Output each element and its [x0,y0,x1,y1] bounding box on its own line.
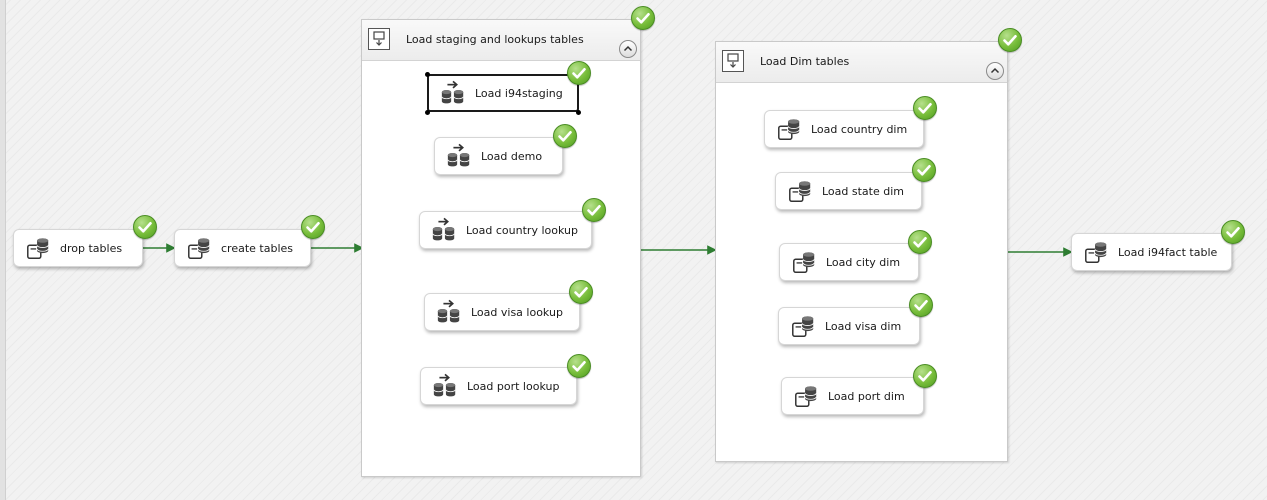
task-load-city-dim[interactable]: Load city dim [779,243,919,281]
success-check-icon [567,61,591,85]
success-check-icon [998,28,1022,52]
success-check-icon [553,124,577,148]
task-label: Load demo [481,149,543,163]
data-flow-task-icon [430,216,458,244]
task-label: Load port lookup [467,379,560,393]
execute-sql-task-icon [786,177,814,205]
container-title: Load staging and lookups tables [406,33,584,46]
execute-sql-task-icon [775,115,803,143]
control-flow-canvas[interactable]: drop tables create tables Load staging a… [0,0,1267,500]
success-check-icon [912,158,936,182]
task-load-port-dim[interactable]: Load port dim [781,377,924,415]
task-label: Load city dim [826,255,901,269]
success-check-icon [133,215,157,239]
selection-handle[interactable] [425,72,430,77]
task-load-i94staging[interactable]: Load i94staging [427,74,579,112]
task-label: Load country dim [811,122,908,136]
task-drop-tables[interactable]: drop tables [13,229,143,267]
success-check-icon [1221,220,1245,244]
data-flow-task-icon [439,79,467,107]
success-check-icon [301,215,325,239]
constraint-staging-dims[interactable] [641,245,717,255]
sequence-container-icon [368,28,390,50]
collapse-chevron-icon[interactable] [619,40,637,58]
task-label: Load country lookup [466,223,578,237]
data-flow-task-icon [431,372,459,400]
sequence-container-icon [722,50,744,72]
task-load-country-lookup[interactable]: Load country lookup [419,211,592,249]
execute-sql-task-icon [1082,238,1110,266]
task-label: Load visa lookup [471,305,563,319]
task-load-country-dim[interactable]: Load country dim [764,110,924,148]
task-load-visa-lookup[interactable]: Load visa lookup [424,293,580,331]
success-check-icon [567,354,591,378]
selection-handle[interactable] [425,110,430,115]
task-load-state-dim[interactable]: Load state dim [775,172,922,210]
execute-sql-task-icon [24,234,52,262]
constraint-drop-create[interactable] [143,243,176,253]
collapse-chevron-icon[interactable] [986,62,1004,80]
success-check-icon [908,230,932,254]
task-load-demo[interactable]: Load demo [434,137,563,175]
success-check-icon [913,96,937,120]
success-check-icon [909,293,933,317]
execute-sql-task-icon [790,248,818,276]
execute-sql-task-icon [792,382,820,410]
data-flow-task-icon [435,298,463,326]
task-label: Load state dim [822,184,905,198]
container-header[interactable]: Load staging and lookups tables [362,20,640,61]
success-check-icon [569,280,593,304]
success-check-icon [631,6,655,30]
task-label: Load i94fact table [1118,245,1218,259]
task-load-port-lookup[interactable]: Load port lookup [420,367,577,405]
task-label: Load port dim [828,389,905,403]
canvas-left-edge [0,0,6,500]
constraint-create-staging[interactable] [311,243,364,253]
task-load-i94fact-table[interactable]: Load i94fact table [1071,233,1232,271]
task-label: create tables [221,241,294,255]
task-load-visa-dim[interactable]: Load visa dim [778,307,920,345]
task-label: drop tables [60,241,123,255]
container-header[interactable]: Load Dim tables [716,42,1007,83]
selection-handle[interactable] [576,110,581,115]
success-check-icon [582,198,606,222]
task-create-tables[interactable]: create tables [174,229,311,267]
execute-sql-task-icon [789,312,817,340]
task-label: Load visa dim [825,319,902,333]
execute-sql-task-icon [185,234,213,262]
container-title: Load Dim tables [760,55,850,68]
data-flow-task-icon [445,142,473,170]
success-check-icon [913,364,937,388]
constraint-dims-fact[interactable] [1008,247,1073,257]
task-label: Load i94staging [475,86,563,100]
